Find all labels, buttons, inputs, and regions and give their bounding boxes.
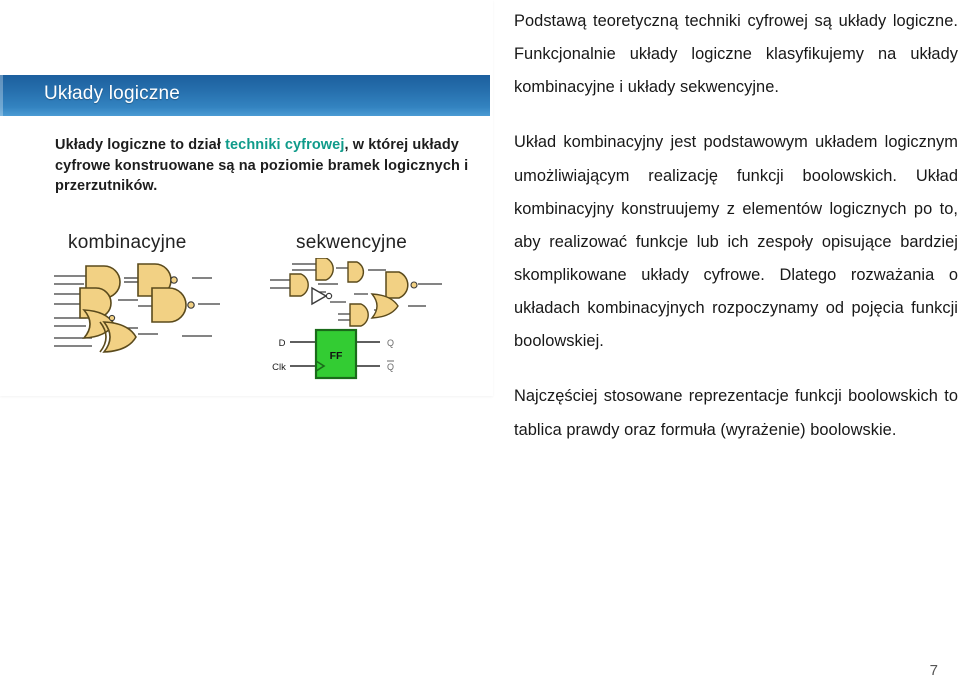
paragraph: Podstawą teoretyczną techniki cyfrowej s… (514, 12, 958, 97)
flipflop-output-q-label: Q (387, 338, 394, 348)
page-number: 7 (929, 662, 938, 679)
paragraph: Układ kombinacyjny jest podstawowym ukła… (514, 133, 958, 351)
logic-circuits-figure: Układy logiczne Układy logiczne to dział… (0, 0, 493, 396)
sequential-gates-diagram: FF D Clk Q Q (270, 258, 442, 380)
figure-text-accent: techniki cyfrowej (225, 137, 345, 153)
figure-banner-title: Układy logiczne (44, 83, 181, 104)
flipflop-input-clk-label: Clk (272, 362, 286, 373)
figure-banner: Układy logiczne (0, 75, 490, 116)
paragraph: Najczęściej stosowane reprezentacje funk… (514, 387, 958, 439)
flipflop-output-qbar-label: Q (387, 362, 394, 372)
figure-definition-text: Układy logiczne to dział techniki cyfrow… (55, 135, 475, 197)
flipflop-label: FF (330, 350, 343, 362)
flipflop-input-d-label: D (279, 338, 286, 349)
body-text-column: Podstawą teoretyczną techniki cyfrowej s… (514, 0, 958, 447)
figure-text-part-1: Układy logiczne to dział (55, 137, 226, 153)
label-combinational: kombinacyjne (68, 232, 187, 253)
combinational-gates-diagram (54, 263, 220, 353)
slide-canvas: Układy logiczne Układy logiczne to dział… (0, 0, 960, 691)
label-sequential: sekwencyjne (296, 232, 407, 253)
